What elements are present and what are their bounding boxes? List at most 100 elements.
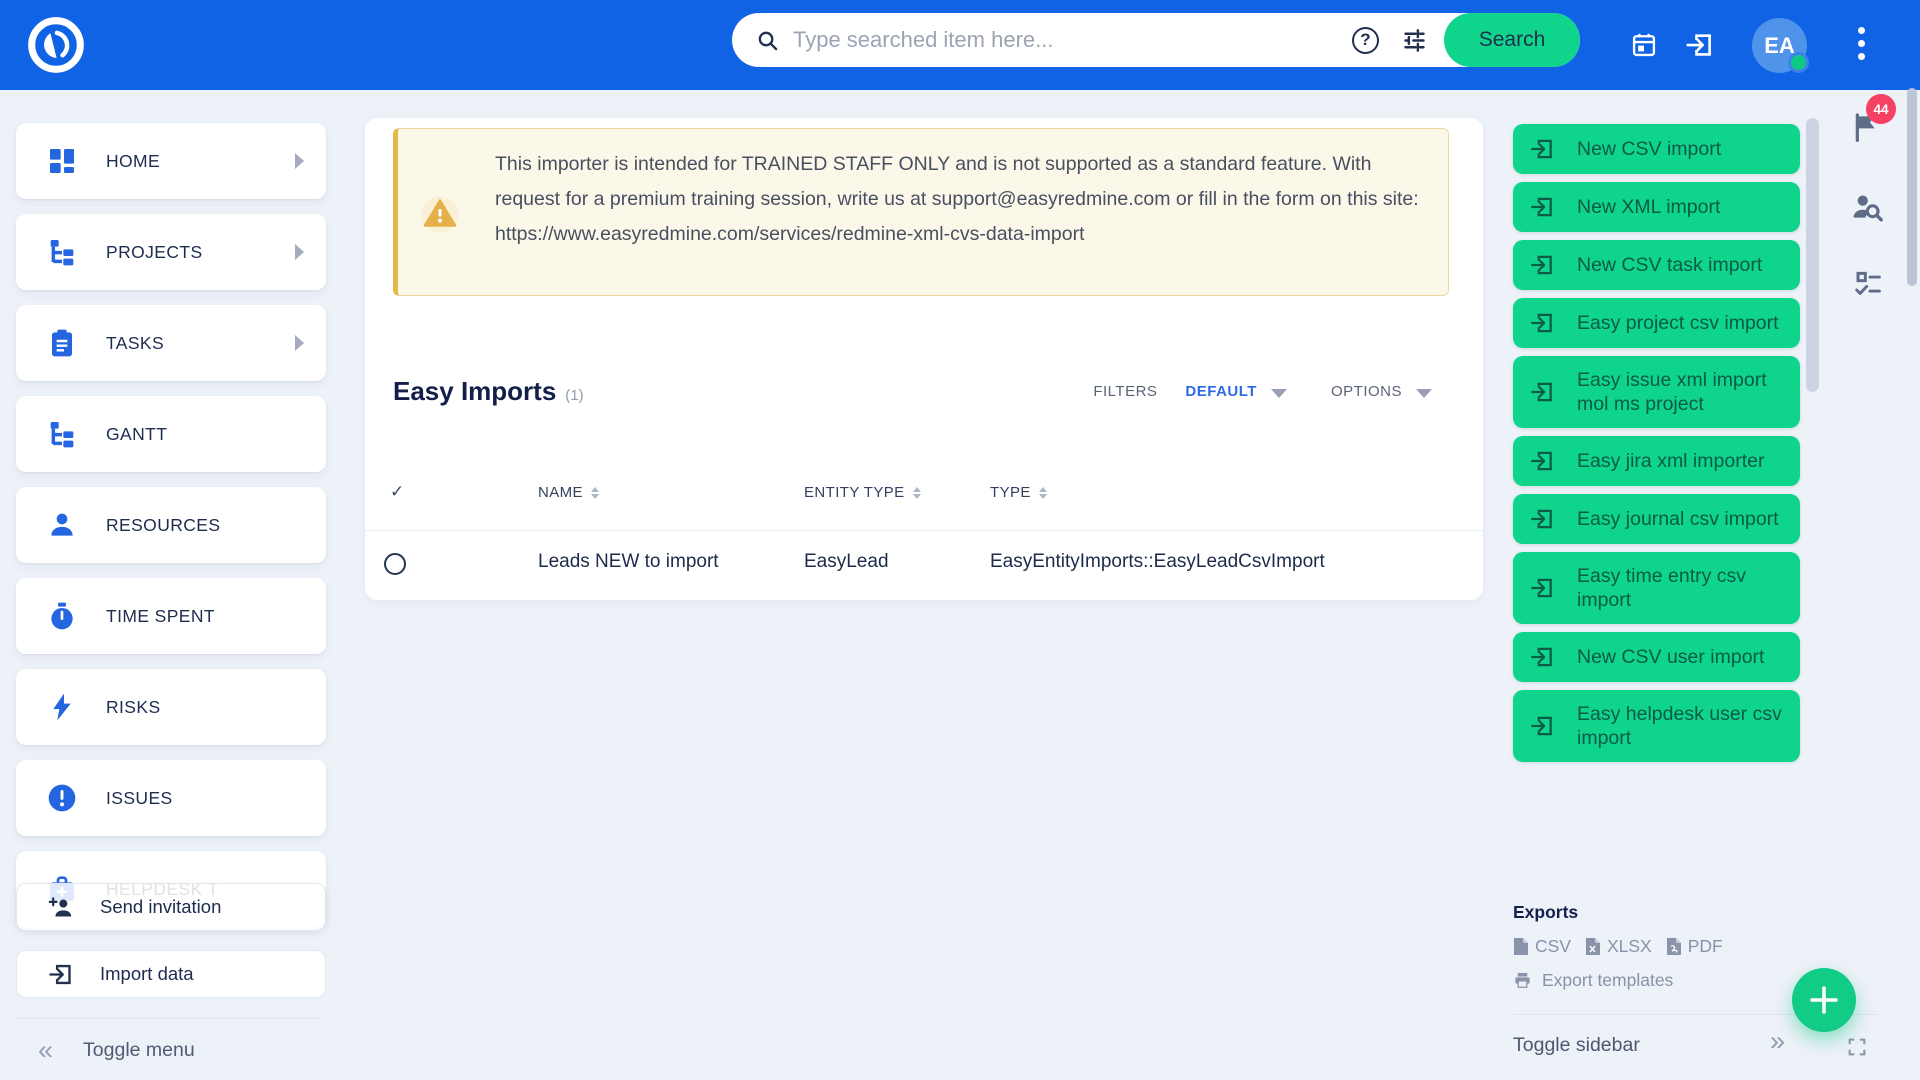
export-csv-link[interactable]: CSV (1513, 936, 1571, 957)
record-count: (1) (565, 387, 583, 404)
sort-icon[interactable] (590, 486, 600, 500)
import-icon (1529, 575, 1555, 601)
easy-journal-csv-import-button[interactable]: Easy journal csv import (1513, 494, 1800, 544)
sidebar-scrollbar[interactable] (1806, 118, 1819, 392)
sidebar-item-label: RESOURCES (106, 515, 220, 536)
fullscreen-icon[interactable] (1846, 1036, 1868, 1058)
toggle-menu-button[interactable]: « Toggle menu (38, 1032, 195, 1068)
import-icon (1529, 713, 1555, 739)
export-xlsx-link[interactable]: XLSX (1585, 936, 1652, 957)
import-icon (1529, 194, 1555, 220)
sidebar-item-resources[interactable]: RESOURCES (16, 487, 326, 563)
add-button[interactable] (1792, 968, 1856, 1032)
filters-default-dropdown[interactable]: DEFAULT (1185, 383, 1257, 400)
sidebar-item-label: TIME SPENT (106, 606, 215, 627)
cell-type: EasyEntityImports::EasyLeadCsvImport (990, 551, 1325, 573)
top-bar: ? Search EA (0, 0, 1920, 90)
easy-jira-xml-importer-button[interactable]: Easy jira xml importer (1513, 436, 1800, 486)
sidebar-item-risks[interactable]: RISKS (16, 669, 326, 745)
easy-project-csv-import-button[interactable]: Easy project csv import (1513, 298, 1800, 348)
user-search-icon[interactable] (1850, 190, 1884, 224)
import-icon (1529, 310, 1555, 336)
sort-icon[interactable] (912, 486, 922, 500)
app-window: ? Search EA (0, 0, 1920, 1080)
easy-issue-xml-import-button[interactable]: Easy issue xml import mol ms project (1513, 356, 1800, 428)
easy-helpdesk-user-csv-import-button[interactable]: Easy helpdesk user csv import (1513, 690, 1800, 762)
scroll-fade (1505, 844, 1807, 910)
send-invitation-label: Send invitation (100, 896, 221, 918)
warning-triangle-icon (420, 193, 460, 233)
double-chevron-right-icon[interactable]: » (1770, 1026, 1785, 1057)
search-input[interactable] (793, 27, 1313, 53)
import-icon (1529, 136, 1555, 162)
row-checkbox[interactable] (384, 553, 406, 575)
select-all-check[interactable]: ✓ (390, 482, 404, 502)
double-chevron-left-icon: « (38, 1037, 53, 1064)
page-scrollbar[interactable] (1907, 88, 1917, 286)
filters-label[interactable]: FILTERS (1093, 383, 1157, 400)
sidebar-item-time-spent[interactable]: TIME SPENT (16, 578, 326, 654)
warning-banner: This importer is intended for TRAINED ST… (393, 128, 1449, 296)
project-tree-icon (46, 236, 78, 268)
sidebar-item-label: HOME (106, 151, 160, 172)
easy-redmine-logo-icon[interactable] (24, 13, 88, 77)
import-icon (47, 961, 74, 988)
exclamation-circle-icon (46, 782, 78, 814)
file-icon (1513, 937, 1529, 956)
import-icon (1529, 252, 1555, 278)
online-status-dot (1788, 52, 1809, 73)
options-dropdown[interactable]: OPTIONS (1331, 383, 1402, 400)
easy-time-entry-csv-import-button[interactable]: Easy time entry csv import (1513, 552, 1800, 624)
left-sidebar: HOME PROJECTS TASKS (16, 123, 326, 927)
import-icon (1529, 644, 1555, 670)
right-sidebar-actions: New CSV import New XML import New CSV ta… (1513, 124, 1800, 762)
import-icon (1529, 506, 1555, 532)
sidebar-item-home[interactable]: HOME (16, 123, 326, 199)
chevron-right-icon (295, 244, 304, 260)
lightning-bolt-icon (46, 691, 78, 723)
plus-icon (1808, 984, 1840, 1016)
new-xml-import-button[interactable]: New XML import (1513, 182, 1800, 232)
new-csv-task-import-button[interactable]: New CSV task import (1513, 240, 1800, 290)
checklist-icon[interactable] (1852, 268, 1884, 300)
sort-icon[interactable] (1038, 486, 1048, 500)
toggle-sidebar-button[interactable]: Toggle sidebar (1513, 1034, 1640, 1057)
new-csv-import-button[interactable]: New CSV import (1513, 124, 1800, 174)
new-csv-user-import-button[interactable]: New CSV user import (1513, 632, 1800, 682)
column-header-entity-type[interactable]: ENTITY TYPE (804, 484, 922, 501)
sidebar-item-issues[interactable]: ISSUES (16, 760, 326, 836)
more-menu-icon[interactable] (1858, 27, 1866, 60)
sidebar-item-gantt[interactable]: GANTT (16, 396, 326, 472)
import-export-icon[interactable] (1684, 0, 1714, 90)
search-filters-icon[interactable] (1401, 27, 1428, 54)
table-row[interactable]: Leads NEW to import EasyLead EasyEntityI… (365, 530, 1483, 600)
sidebar-item-tasks[interactable]: TASKS (16, 305, 326, 381)
notification-badge: 44 (1866, 94, 1896, 124)
toggle-menu-label: Toggle menu (83, 1039, 195, 1062)
import-icon (1529, 448, 1555, 474)
stopwatch-icon (46, 600, 78, 632)
cell-name[interactable]: Leads NEW to import (538, 551, 719, 573)
search-help-icon[interactable]: ? (1352, 27, 1379, 54)
sidebar-item-projects[interactable]: PROJECTS (16, 214, 326, 290)
caret-down-icon[interactable] (1271, 389, 1287, 398)
sidebar-item-label: ISSUES (106, 788, 173, 809)
export-templates-link[interactable]: Export templates (1513, 970, 1673, 991)
chevron-right-icon (295, 335, 304, 351)
caret-down-icon[interactable] (1416, 389, 1432, 398)
column-header-type[interactable]: TYPE (990, 484, 1048, 501)
export-pdf-link[interactable]: PDF (1666, 936, 1723, 957)
cell-entity-type: EasyLead (804, 551, 889, 573)
send-invitation-button[interactable]: Send invitation (16, 883, 326, 931)
export-formats: CSV XLSX PDF (1513, 936, 1723, 957)
import-icon (1529, 379, 1555, 405)
search-icon (756, 29, 779, 52)
file-icon (1666, 937, 1682, 956)
sidebar-item-label: GANTT (106, 424, 167, 445)
printer-icon (1513, 971, 1532, 990)
column-header-name[interactable]: NAME (538, 484, 600, 501)
import-data-button[interactable]: Import data (16, 950, 326, 998)
calendar-icon[interactable] (1630, 0, 1658, 90)
search-button[interactable]: Search (1444, 13, 1580, 67)
clipboard-icon (46, 327, 78, 359)
